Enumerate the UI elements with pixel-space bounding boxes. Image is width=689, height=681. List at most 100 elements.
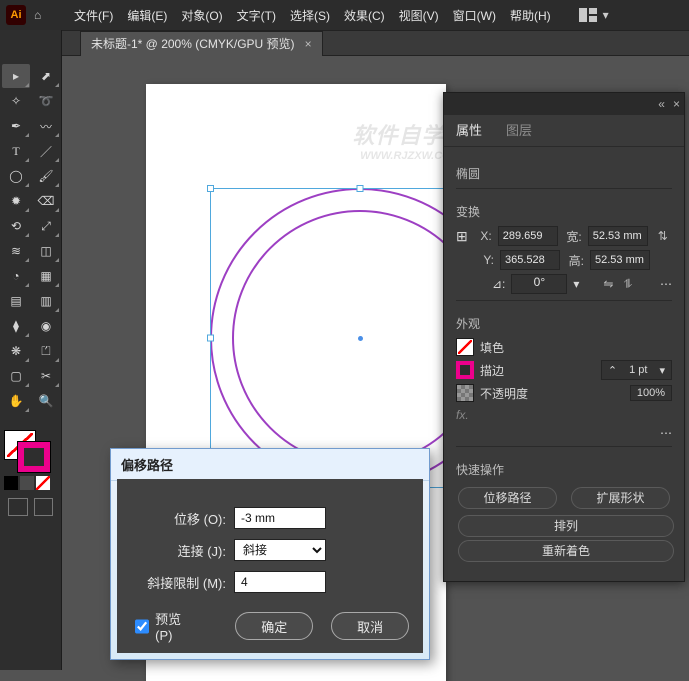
slice-tool[interactable]: ✂ [32, 364, 60, 388]
cancel-button[interactable]: 取消 [331, 612, 409, 640]
fill-color-swatch[interactable] [456, 338, 474, 356]
center-point-icon [358, 336, 363, 341]
rotate-tool[interactable]: ⟲ [2, 214, 30, 238]
panel-close-icon[interactable]: × [673, 97, 680, 111]
graph-tool[interactable]: ⏍ [32, 339, 60, 363]
selection-tool[interactable]: ▸ [2, 64, 30, 88]
expand-shape-button[interactable]: 扩展形状 [571, 487, 670, 509]
fill-stroke-swatch[interactable] [4, 430, 50, 472]
menu-help[interactable]: 帮助(H) [504, 4, 557, 27]
menu-window[interactable]: 窗口(W) [447, 4, 502, 27]
blend-tool[interactable]: ◉ [32, 314, 60, 338]
color-mode-icon[interactable] [4, 476, 18, 490]
appearance-section-label: 外观 [456, 315, 672, 332]
zoom-tool[interactable]: 🔍 [32, 389, 60, 413]
artboard-tool[interactable]: ▢ [2, 364, 30, 388]
toolbox: ▸ ⬈ ✧ ➰ ✒ 〰 T ／ ◯ 🖌 ✹ ⌫ ⟲ ⤢ ≋ ◫ ◔ ▦ ▤ ▥ … [0, 30, 62, 670]
h-label: 高: [566, 252, 584, 269]
menu-file[interactable]: 文件(F) [68, 4, 119, 27]
miter-input[interactable] [234, 571, 326, 593]
document-tab-label: 未标题-1* @ 200% (CMYK/GPU 预览) [91, 35, 295, 52]
link-wh-icon[interactable]: ⇅ [658, 229, 668, 243]
menu-text[interactable]: 文字(T) [231, 4, 282, 27]
offset-path-button[interactable]: 位移路径 [458, 487, 557, 509]
height-input[interactable] [590, 250, 650, 270]
opacity-input[interactable]: 100% [630, 385, 672, 401]
fx-icon[interactable]: fx. [456, 408, 672, 422]
document-tab[interactable]: 未标题-1* @ 200% (CMYK/GPU 预览) × [80, 31, 323, 56]
lasso-tool[interactable]: ➰ [32, 89, 60, 113]
menu-select[interactable]: 选择(S) [284, 4, 336, 27]
ellipse-tool[interactable]: ◯ [2, 164, 30, 188]
dropdown-icon[interactable]: ▾ [573, 277, 579, 291]
perspective-tool[interactable]: ▦ [32, 264, 60, 288]
more-options-icon[interactable]: ⋯ [660, 426, 672, 440]
menu-object[interactable]: 对象(O) [175, 4, 228, 27]
miter-field-label: 斜接限制 (M): [131, 573, 226, 592]
stroke-color-swatch[interactable] [456, 361, 474, 379]
menu-edit[interactable]: 编辑(E) [121, 4, 173, 27]
home-icon[interactable]: ⌂ [30, 8, 45, 22]
transform-section-label: 变换 [456, 203, 672, 220]
fill-label: 填色 [480, 339, 504, 356]
reference-point-icon[interactable]: ⊞ [456, 228, 468, 245]
draw-normal-icon[interactable] [8, 498, 28, 516]
width-tool[interactable]: ≋ [2, 239, 30, 263]
symbol-sprayer-tool[interactable]: ❋ [2, 339, 30, 363]
preview-checkbox-label: 预览 (P) [155, 609, 199, 643]
more-options-icon[interactable]: ⋯ [660, 277, 672, 291]
mesh-tool[interactable]: ▤ [2, 289, 30, 313]
menu-view[interactable]: 视图(V) [393, 4, 445, 27]
quick-actions-label: 快速操作 [456, 461, 672, 478]
recolor-button[interactable]: 重新着色 [458, 540, 674, 562]
line-tool[interactable]: ／ [32, 139, 60, 163]
magic-wand-tool[interactable]: ✧ [2, 89, 30, 113]
tab-layers[interactable]: 图层 [494, 115, 544, 146]
workspace-layout-icon[interactable] [579, 8, 597, 22]
type-tool[interactable]: T [2, 139, 30, 163]
offset-input[interactable] [234, 507, 326, 529]
tab-properties[interactable]: 属性 [444, 115, 494, 146]
offset-path-dialog: 偏移路径 位移 (O): 连接 (J): 斜接 斜接限制 (M): 预览 (P)… [110, 448, 430, 660]
scale-tool[interactable]: ⤢ [32, 214, 60, 238]
curvature-tool[interactable]: 〰 [32, 114, 60, 138]
dialog-title: 偏移路径 [111, 449, 429, 481]
gradient-tool[interactable]: ▥ [32, 289, 60, 313]
hand-tool[interactable]: ✋ [2, 389, 30, 413]
dropdown-icon[interactable]: ▾ [599, 8, 613, 22]
join-field-label: 连接 (J): [131, 541, 226, 560]
flip-vertical-icon[interactable]: ⥮ [623, 277, 632, 292]
draw-behind-icon[interactable] [34, 498, 54, 516]
stroke-swatch[interactable] [18, 442, 50, 472]
flip-horizontal-icon[interactable]: ⇋ [603, 277, 613, 292]
menu-effect[interactable]: 效果(C) [338, 4, 391, 27]
close-tab-icon[interactable]: × [305, 37, 312, 51]
x-input[interactable] [498, 226, 558, 246]
opacity-label: 不透明度 [480, 385, 528, 402]
shape-builder-tool[interactable]: ◔ [2, 264, 30, 288]
ok-button[interactable]: 确定 [235, 612, 313, 640]
pen-tool[interactable]: ✒ [2, 114, 30, 138]
eyedropper-tool[interactable]: ⧫ [2, 314, 30, 338]
free-transform-tool[interactable]: ◫ [32, 239, 60, 263]
y-input[interactable] [500, 250, 560, 270]
preview-checkbox[interactable]: 预览 (P) [135, 609, 199, 643]
direct-selection-tool[interactable]: ⬈ [32, 64, 60, 88]
gradient-mode-icon[interactable] [20, 476, 34, 490]
preview-checkbox-input[interactable] [135, 619, 149, 634]
paintbrush-tool[interactable]: 🖌 [32, 164, 60, 188]
opacity-swatch-icon[interactable] [456, 384, 474, 402]
eraser-tool[interactable]: ⌫ [32, 189, 60, 213]
width-input[interactable] [588, 226, 648, 246]
join-select[interactable]: 斜接 [234, 539, 326, 561]
app-logo: Ai [6, 5, 26, 25]
panel-collapse-icon[interactable]: « [658, 97, 665, 111]
arrange-button[interactable]: 排列 [458, 515, 674, 537]
properties-panel: « × 属性 图层 椭圆 变换 ⊞ X: 宽: ⇅ Y: 高: [443, 92, 685, 582]
angle-label: ⊿: [492, 277, 505, 291]
angle-input[interactable]: 0° [511, 274, 567, 294]
none-mode-icon[interactable] [36, 476, 50, 490]
stroke-weight-input[interactable]: ⌃1 pt▾ [601, 360, 672, 380]
menu-bar: 文件(F) 编辑(E) 对象(O) 文字(T) 选择(S) 效果(C) 视图(V… [64, 2, 617, 28]
shaper-tool[interactable]: ✹ [2, 189, 30, 213]
